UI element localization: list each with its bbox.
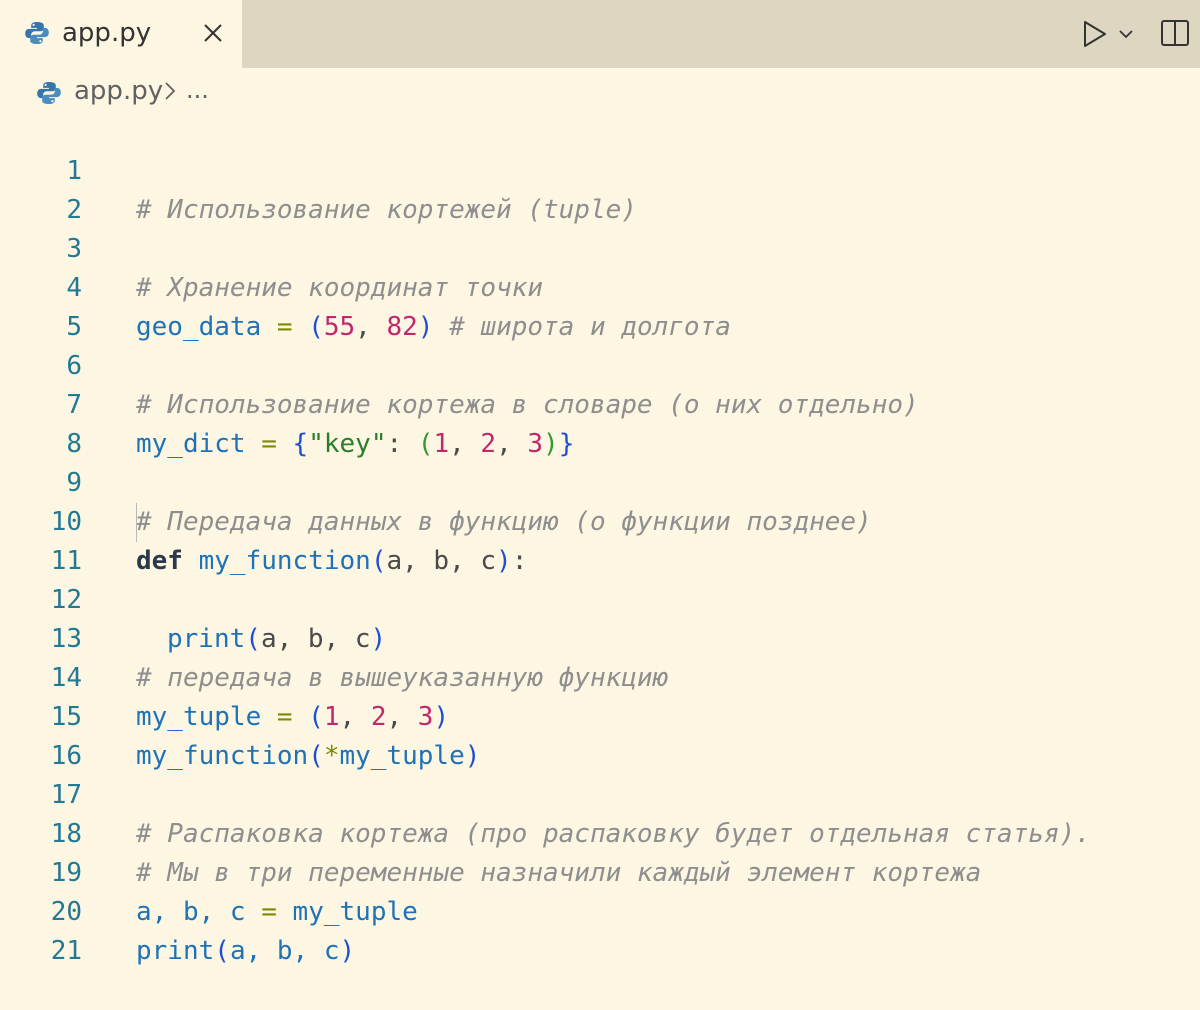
code-line: 18 # Мы в три переменные назначили кажды… — [0, 776, 1200, 888]
paren: ( — [214, 936, 230, 966]
code-line: 9 # Передача данных в функцию (о функции… — [0, 425, 1200, 537]
code-line: 8 — [0, 386, 1200, 459]
paren: ) — [339, 936, 356, 966]
indent-guide — [136, 503, 137, 542]
chevron-down-icon[interactable] — [1117, 27, 1135, 41]
code-line: 11 print(a, b, c) — [0, 503, 1200, 654]
tab-label: app.py — [62, 18, 152, 48]
code-line: 4 geo_data = (55, 82) # широта и долгота — [0, 230, 1200, 342]
code-line: 21 — [0, 893, 1200, 966]
line-number: 21 — [50, 936, 82, 966]
code-line: 19 a, b, c = my_tuple — [0, 815, 1200, 927]
code-line: 10 def my_function(a, b, c): — [0, 464, 1200, 576]
code-line: 20 print(a, b, c) — [0, 854, 1200, 966]
breadcrumb-file[interactable]: app.py — [74, 76, 163, 106]
code-line: 12 — [0, 542, 1200, 615]
breadcrumb — [0, 68, 1200, 116]
code-line: 7 my_dict = {"key": (1, 2, 3)} — [0, 347, 1200, 459]
code-line: 2 — [0, 152, 1200, 225]
close-icon[interactable] — [198, 18, 228, 48]
breadcrumb-more[interactable]: ... — [186, 76, 209, 104]
code-line: 13 # передача в вышеуказанную функцию — [0, 581, 1200, 693]
python-icon — [25, 22, 49, 44]
code-line: 15 my_function(*my_tuple) — [0, 659, 1200, 771]
python-icon — [37, 82, 61, 104]
code-line: 3 # Хранение координат точки — [0, 191, 1200, 303]
run-icon[interactable] — [1078, 18, 1112, 50]
tab-bar: app.py — [0, 0, 1200, 68]
arguments: a, b, c — [229, 936, 340, 966]
code-editor[interactable]: 1 # Использование кортежей (tuple) 2 3 #… — [0, 113, 1200, 966]
code-line: 6 # Использование кортежа в словаре (о н… — [0, 308, 1200, 420]
code-line: 5 — [0, 269, 1200, 342]
code-line: 1 # Использование кортежей (tuple) — [0, 113, 1200, 225]
tab-app-py[interactable]: app.py — [0, 0, 242, 68]
code-line: 16 — [0, 698, 1200, 771]
code-line: 17 # Распаковка кортежа (про распаковку … — [0, 737, 1200, 849]
function-call: print — [136, 936, 215, 966]
code-line: 14 my_tuple = (1, 2, 3) — [0, 620, 1200, 732]
chevron-right-icon — [165, 82, 176, 100]
split-editor-icon[interactable] — [1158, 16, 1192, 50]
